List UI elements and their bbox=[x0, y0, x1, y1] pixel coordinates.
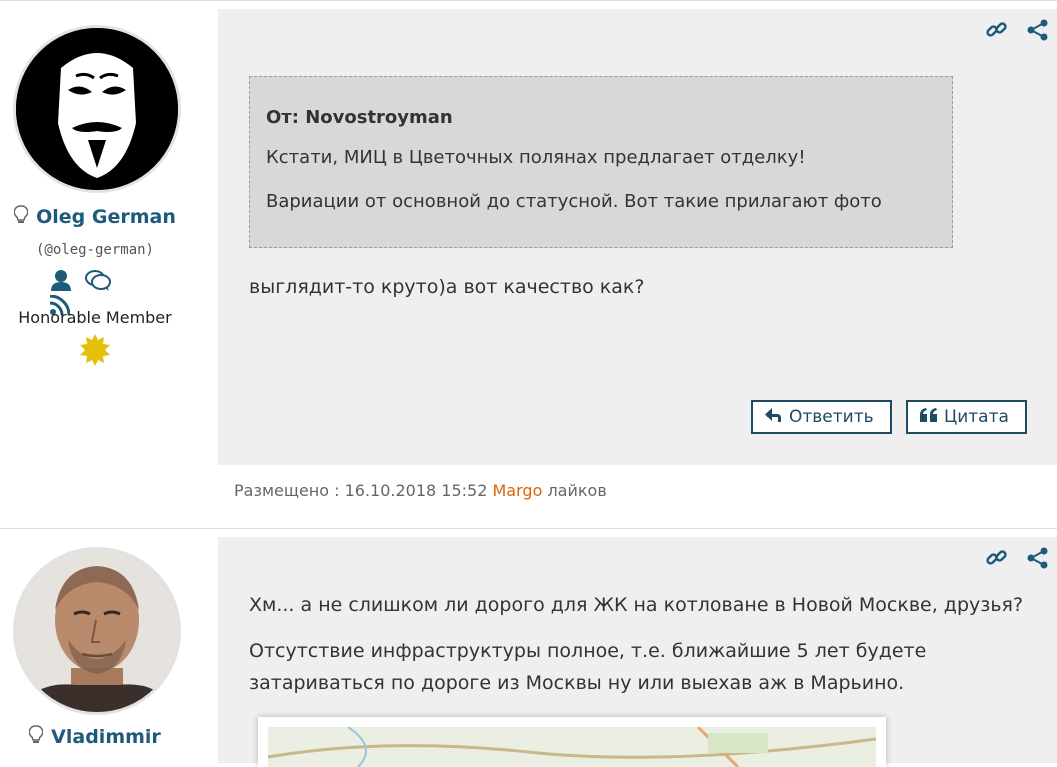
lightbulb-icon bbox=[13, 205, 29, 230]
user-actions bbox=[49, 269, 140, 316]
avatar[interactable] bbox=[13, 25, 181, 193]
star-badge-icon bbox=[79, 334, 111, 370]
quote-block: От: Novostroyman Кстати, МИЦ в Цветочных… bbox=[249, 76, 953, 248]
reply-label: Ответить bbox=[789, 407, 874, 427]
post-text: Отсутствие инфраструктуры полное, т.е. б… bbox=[249, 640, 927, 662]
forum-post: Vladimmir Хм... а не слишком ли дорого д… bbox=[0, 528, 1057, 767]
map-image[interactable] bbox=[258, 717, 886, 767]
avatar[interactable] bbox=[13, 547, 181, 715]
post-content: Хм... а не слишком ли дорого для ЖК на к… bbox=[218, 537, 1057, 767]
forum-post: Oleg German (@oleg-german) Honorable Mem… bbox=[0, 0, 1057, 529]
post-text: Хм... а не слишком ли дорого для ЖК на к… bbox=[249, 594, 1024, 616]
quote-icon bbox=[920, 402, 938, 432]
link-icon[interactable] bbox=[986, 547, 1008, 573]
reply-arrow-icon bbox=[765, 402, 783, 432]
post-author-sidebar: Vladimmir bbox=[0, 529, 218, 755]
liker-link[interactable]: Margo bbox=[493, 481, 543, 500]
lightbulb-icon bbox=[28, 725, 44, 750]
username[interactable]: Oleg German bbox=[0, 205, 190, 230]
link-icon[interactable] bbox=[986, 19, 1008, 45]
likes-label: лайков bbox=[547, 481, 607, 500]
quote-label: Цитата bbox=[944, 407, 1009, 427]
user-icon[interactable] bbox=[50, 269, 72, 295]
reply-button[interactable]: Ответить bbox=[751, 400, 892, 434]
post-content: От: Novostroyman Кстати, МИЦ в Цветочных… bbox=[218, 9, 1057, 465]
user-handle: (@oleg-german) bbox=[35, 242, 154, 258]
user-rank: Honorable Member bbox=[18, 308, 172, 327]
quote-button[interactable]: Цитата bbox=[906, 400, 1027, 434]
quote-author: От: Novostroyman bbox=[266, 107, 453, 128]
post-text: затариваться по дороге из Москвы ну или … bbox=[249, 672, 905, 694]
post-tools bbox=[972, 547, 1049, 573]
post-author-sidebar: Oleg German (@oleg-german) Honorable Mem… bbox=[0, 1, 218, 529]
share-icon[interactable] bbox=[1027, 19, 1049, 45]
post-text: выглядит-то круто)а вот качество как? bbox=[249, 276, 645, 298]
username-label: Oleg German bbox=[36, 206, 176, 228]
post-date: Размещено : 16.10.2018 15:52 bbox=[234, 481, 488, 500]
post-tools bbox=[972, 19, 1049, 45]
share-icon[interactable] bbox=[1027, 547, 1049, 573]
post-meta: Размещено : 16.10.2018 15:52 Margo лайко… bbox=[234, 481, 607, 500]
chat-icon[interactable] bbox=[85, 269, 112, 295]
quote-line: Вариации от основной до статусной. Вот т… bbox=[266, 191, 882, 212]
quote-line: Кстати, МИЦ в Цветочных полянах предлага… bbox=[266, 147, 806, 168]
username-label: Vladimmir bbox=[51, 726, 161, 748]
username[interactable]: Vladimmir bbox=[0, 725, 190, 750]
